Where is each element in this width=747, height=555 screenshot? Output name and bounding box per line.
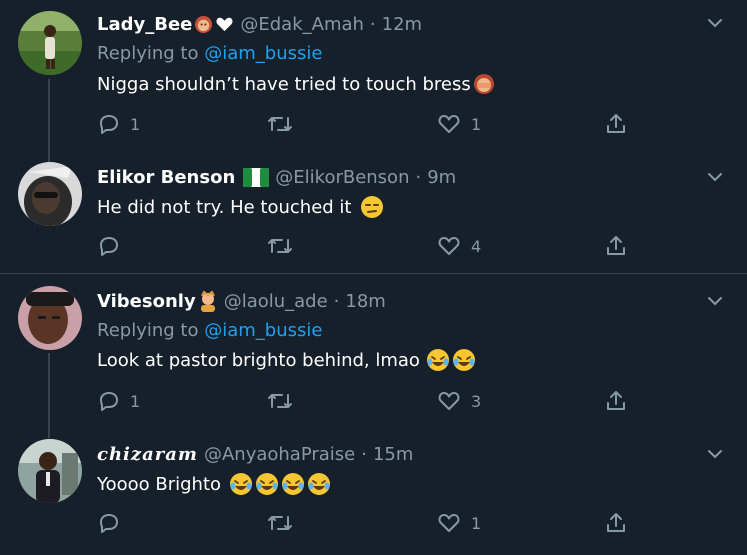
timestamp[interactable]: 18m	[345, 291, 385, 312]
replying-to-label: Replying to	[97, 43, 199, 64]
tweet-3[interactable]: Vibesonly @laolu_ade · 18m Replying to @…	[0, 274, 747, 438]
laughing-tears-emoji	[452, 348, 476, 372]
reply-button[interactable]	[98, 510, 130, 536]
handle[interactable]: @AnyaohaPraise	[204, 444, 355, 465]
display-name[interactable]: Elikor Benson	[97, 167, 235, 188]
mention-link[interactable]: @iam_bussie	[204, 320, 322, 341]
retweet-icon	[267, 512, 293, 534]
reply-icon	[98, 390, 120, 412]
separator-dot: ·	[361, 443, 367, 465]
avatar[interactable]	[18, 11, 82, 75]
handle[interactable]: @laolu_ade	[224, 291, 328, 312]
chevron-down-icon[interactable]	[706, 16, 724, 30]
retweet-icon	[267, 113, 293, 135]
like-count: 4	[471, 236, 482, 256]
chevron-down-icon[interactable]	[706, 170, 724, 184]
reply-button[interactable]: 1	[98, 388, 140, 414]
handle[interactable]: @Edak_Amah	[240, 14, 364, 35]
like-icon	[437, 235, 461, 257]
retweet-button[interactable]	[267, 388, 303, 414]
like-button[interactable]: 1	[437, 111, 481, 137]
tweet-text: Nigga shouldn’t have tried to touch bres…	[97, 73, 471, 95]
retweet-button[interactable]	[267, 510, 303, 536]
nigeria-flag-emoji	[243, 167, 270, 187]
like-count: 1	[471, 513, 482, 533]
handle[interactable]: @ElikorBenson	[275, 167, 409, 188]
facepalm-emoji	[473, 73, 495, 95]
chevron-down-icon[interactable]	[706, 447, 724, 461]
retweet-icon	[267, 235, 293, 257]
avatar[interactable]	[18, 286, 82, 350]
laughing-tears-emoji	[426, 348, 450, 372]
retweet-icon	[267, 390, 293, 412]
laughing-tears-emoji	[307, 472, 331, 496]
timestamp[interactable]: 15m	[373, 444, 413, 465]
share-button[interactable]	[604, 111, 628, 137]
tweet-text: Look at pastor brighto behind, lmao	[97, 349, 420, 371]
laughing-tears-emoji	[229, 472, 253, 496]
like-icon	[437, 390, 461, 412]
share-button[interactable]	[604, 388, 628, 414]
share-icon	[604, 112, 628, 136]
reply-button[interactable]	[98, 233, 130, 259]
replying-to-label: Replying to	[97, 320, 199, 341]
like-button[interactable]: 4	[437, 233, 481, 259]
tweet-1[interactable]: Lady_Bee @Edak_Amah · 12m Replying to @i…	[0, 0, 747, 162]
share-button[interactable]	[604, 233, 628, 259]
like-count: 1	[471, 114, 482, 134]
person-emoji	[194, 15, 213, 34]
massage-emoji	[198, 290, 218, 312]
tweet-4[interactable]: chizaram @AnyaohaPraise · 15m Yoooo Brig…	[0, 426, 747, 555]
white-heart-emoji	[215, 15, 234, 34]
unamused-emoji	[360, 195, 384, 219]
share-icon	[604, 389, 628, 413]
like-icon	[437, 512, 461, 534]
mention-link[interactable]: @iam_bussie	[204, 43, 322, 64]
tweet-text: Yoooo Brighto	[97, 473, 222, 495]
tweet-2[interactable]: Elikor Benson @ElikorBenson · 9m He did …	[0, 150, 747, 273]
tweet-text: He did not try. He touched it	[97, 196, 352, 218]
share-icon	[604, 234, 628, 258]
reply-icon	[98, 113, 120, 135]
display-name[interactable]: chizaram	[97, 444, 198, 465]
share-button[interactable]	[604, 510, 628, 536]
display-name[interactable]: Lady_Bee	[97, 14, 192, 35]
display-name[interactable]: Vibesonly	[97, 291, 196, 312]
retweet-button[interactable]	[267, 111, 303, 137]
reply-count: 1	[130, 391, 141, 411]
laughing-tears-emoji	[281, 472, 305, 496]
like-button[interactable]: 1	[437, 510, 481, 536]
like-button[interactable]: 3	[437, 388, 481, 414]
timestamp[interactable]: 9m	[427, 167, 456, 188]
reply-count: 1	[130, 114, 141, 134]
like-count: 3	[471, 391, 482, 411]
avatar[interactable]	[18, 439, 82, 503]
separator-dot: ·	[333, 290, 340, 312]
like-icon	[437, 113, 461, 135]
timestamp[interactable]: 12m	[382, 14, 422, 35]
separator-dot: ·	[415, 166, 422, 188]
share-icon	[604, 511, 628, 535]
reply-icon	[98, 235, 120, 257]
laughing-tears-emoji	[255, 472, 279, 496]
retweet-button[interactable]	[267, 233, 303, 259]
reply-button[interactable]: 1	[98, 111, 140, 137]
chevron-down-icon[interactable]	[706, 294, 724, 308]
avatar[interactable]	[18, 162, 82, 226]
separator-dot: ·	[369, 13, 376, 35]
reply-icon	[98, 512, 120, 534]
